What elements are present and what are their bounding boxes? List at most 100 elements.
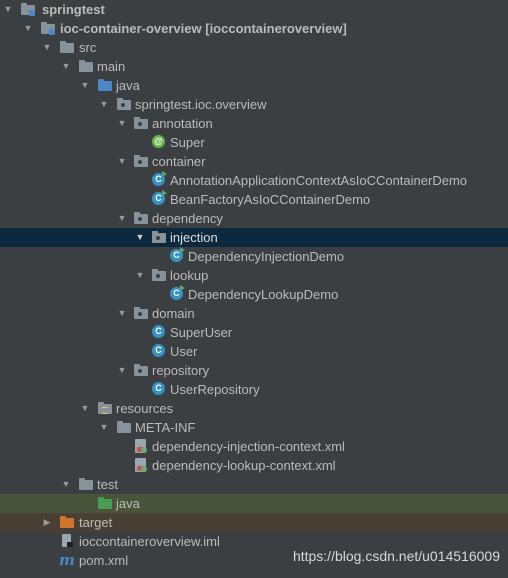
expand-arrow-icon[interactable]: ▼ [116,152,128,171]
package-icon [133,212,149,225]
node-label: injection [170,230,218,245]
node-label: dependency [152,211,223,226]
tree-node-user-repository[interactable]: C UserRepository [0,380,508,399]
tree-node-target[interactable]: ▶ target [0,513,508,532]
node-label: test [97,477,118,492]
node-label: target [79,515,113,530]
tree-node-dependency[interactable]: ▼ dependency [0,209,508,228]
node-label: UserRepository [170,382,260,397]
tree-node-test-java[interactable]: java [0,494,508,513]
runnable-class-icon: C [151,190,167,206]
expand-arrow-icon[interactable]: ▼ [116,361,128,380]
runnable-class-icon: C [169,247,185,263]
expand-arrow-icon[interactable]: ▼ [134,228,146,247]
node-label: src [79,40,97,55]
project-tree: ▼ springtest ▼ ioc-container-overview [i… [0,0,508,570]
tree-node-src[interactable]: ▼ src [0,38,508,57]
tree-node-meta-inf[interactable]: ▼ META-INF [0,418,508,437]
node-label: springtest.ioc.overview [135,97,267,112]
node-label: main [97,59,126,74]
tree-node-lookup-xml[interactable]: dependency-lookup-context.xml [0,456,508,475]
package-icon [133,117,149,130]
node-label: java [116,78,140,93]
class-icon: C [151,382,167,396]
expand-arrow-icon[interactable]: ▼ [22,19,34,38]
folder-icon [116,421,132,434]
package-icon [151,231,167,244]
module-name: ioc-container-overview [60,21,202,36]
node-label: BeanFactoryAsIoCContainerDemo [170,192,371,207]
node-label: java [116,496,140,511]
watermark: https://blog.csdn.net/u014516009 [292,548,500,564]
node-label: SuperUser [170,325,233,340]
tree-node-container[interactable]: ▼ container [0,152,508,171]
tree-node-super-user[interactable]: C SuperUser [0,323,508,342]
collapse-arrow-icon[interactable]: ▶ [41,513,53,532]
tree-node-bean-factory-demo[interactable]: C BeanFactoryAsIoCContainerDemo [0,190,508,209]
test-source-folder-icon [97,497,113,510]
node-label: DependencyLookupDemo [188,287,339,302]
resources-folder-icon [97,402,113,415]
expand-arrow-icon[interactable]: ▼ [2,0,14,19]
tree-node-resources[interactable]: ▼ resources [0,399,508,418]
project-folder-icon [20,3,36,16]
node-label: domain [152,306,195,321]
expand-arrow-icon[interactable]: ▼ [116,114,128,133]
tree-node-super[interactable]: @ Super [0,133,508,152]
spring-xml-file-icon [133,458,149,472]
runnable-class-icon: C [151,171,167,187]
tree-node-test[interactable]: ▼ test [0,475,508,494]
expand-arrow-icon[interactable]: ▼ [79,76,91,95]
maven-icon: m [59,551,75,569]
tree-node-user[interactable]: C User [0,342,508,361]
package-icon [116,98,132,111]
expand-arrow-icon[interactable]: ▼ [98,418,110,437]
package-icon [133,155,149,168]
expand-arrow-icon[interactable]: ▼ [60,57,72,76]
tree-node-package-root[interactable]: ▼ springtest.ioc.overview [0,95,508,114]
node-label: lookup [170,268,209,283]
node-label: dependency-injection-context.xml [152,439,345,454]
node-label: User [170,344,198,359]
node-label: repository [152,363,210,378]
tree-node-springtest[interactable]: ▼ springtest [0,0,508,19]
node-label: container [152,154,206,169]
expand-arrow-icon[interactable]: ▼ [41,38,53,57]
tree-node-lookup[interactable]: ▼ lookup [0,266,508,285]
node-label: springtest [42,2,105,17]
tree-node-module[interactable]: ▼ ioc-container-overview [ioccontainerov… [0,19,508,38]
node-label: dependency-lookup-context.xml [152,458,336,473]
expand-arrow-icon[interactable]: ▼ [98,95,110,114]
node-label: Super [170,135,205,150]
expand-arrow-icon[interactable]: ▼ [79,399,91,418]
tree-node-main[interactable]: ▼ main [0,57,508,76]
node-label: ioccontaineroverview.iml [79,534,220,549]
package-icon [133,307,149,320]
class-icon: C [151,344,167,358]
source-folder-icon [97,79,113,92]
node-label: resources [116,401,174,416]
tree-node-injection[interactable]: ▼ injection [0,228,508,247]
package-icon [133,364,149,377]
expand-arrow-icon[interactable]: ▼ [60,475,72,494]
tree-node-domain[interactable]: ▼ domain [0,304,508,323]
folder-icon [78,478,94,491]
tree-node-injection-xml[interactable]: dependency-injection-context.xml [0,437,508,456]
node-label: annotation [152,116,213,131]
class-icon: C [151,325,167,339]
folder-icon [78,60,94,73]
tree-node-repository[interactable]: ▼ repository [0,361,508,380]
node-label: DependencyInjectionDemo [188,249,345,264]
node-label: AnnotationApplicationContextAsIoCContain… [170,173,468,188]
expand-arrow-icon[interactable]: ▼ [134,266,146,285]
expand-arrow-icon[interactable]: ▼ [116,304,128,323]
tree-node-java[interactable]: ▼ java [0,76,508,95]
excluded-folder-icon [59,516,75,529]
node-label: ioc-container-overview [ioccontainerover… [60,19,347,38]
tree-node-lookup-demo[interactable]: C DependencyLookupDemo [0,285,508,304]
expand-arrow-icon[interactable]: ▼ [116,209,128,228]
tree-node-annotation-ctx-demo[interactable]: C AnnotationApplicationContextAsIoCConta… [0,171,508,190]
tree-node-injection-demo[interactable]: C DependencyInjectionDemo [0,247,508,266]
folder-icon [59,41,75,54]
tree-node-annotation[interactable]: ▼ annotation [0,114,508,133]
